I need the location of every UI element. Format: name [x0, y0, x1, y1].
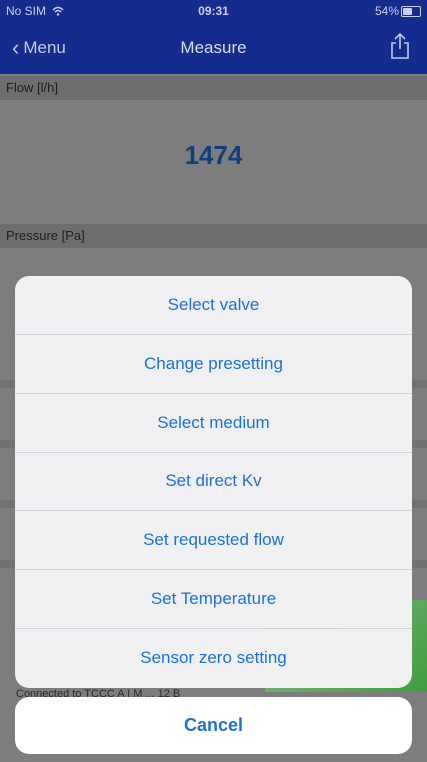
- set-temperature-option[interactable]: Set Temperature: [15, 570, 412, 630]
- select-medium-option[interactable]: Select medium: [15, 394, 412, 453]
- share-icon[interactable]: [389, 32, 411, 60]
- flow-header: Flow [l/h]: [0, 76, 427, 100]
- status-bar: No SIM 09:31 54%: [0, 0, 427, 22]
- cancel-button[interactable]: Cancel: [15, 697, 412, 754]
- battery-icon: [401, 6, 421, 17]
- clock: 09:31: [198, 4, 229, 18]
- nav-bar: ‹ Menu Measure: [0, 22, 427, 74]
- flow-value: 1474: [184, 140, 243, 170]
- page-title: Measure: [180, 38, 247, 57]
- action-sheet: Select valve Change presetting Select me…: [15, 276, 412, 688]
- pressure-header: Pressure [Pa]: [0, 224, 427, 248]
- set-requested-flow-option[interactable]: Set requested flow: [15, 511, 412, 571]
- select-valve-option[interactable]: Select valve: [15, 276, 412, 335]
- set-direct-kv-option[interactable]: Set direct Kv: [15, 453, 412, 512]
- change-presetting-option[interactable]: Change presetting: [15, 335, 412, 394]
- sensor-zero-setting-option[interactable]: Sensor zero setting: [15, 629, 412, 688]
- battery-percent: 54%: [374, 4, 399, 18]
